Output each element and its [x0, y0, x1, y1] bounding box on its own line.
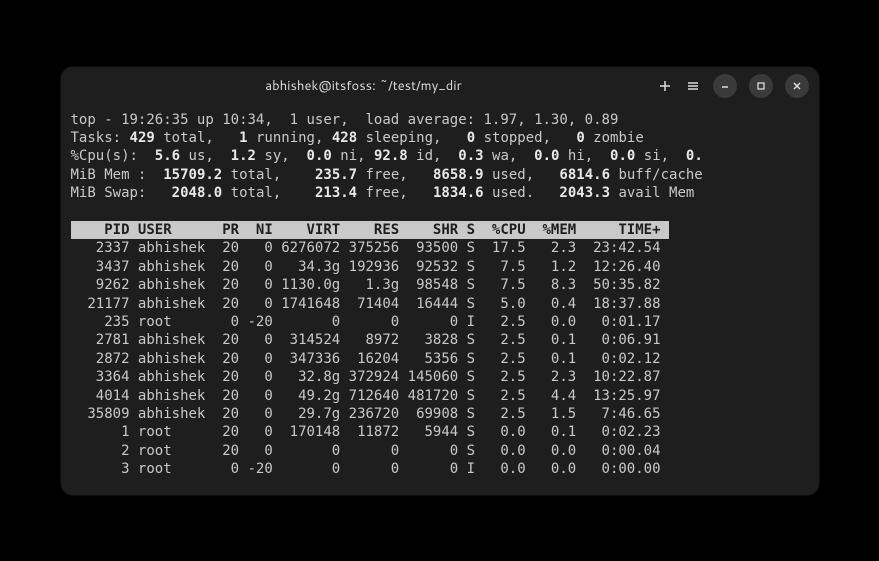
window-title: abhishek@itsfoss: ~/test/my_dir [71, 77, 657, 95]
titlebar: abhishek@itsfoss: ~/test/my_dir [61, 67, 819, 105]
terminal-output[interactable]: top - 19:26:35 up 10:34, 1 user, load av… [61, 105, 819, 485]
terminal-window: abhishek@itsfoss: ~/test/my_dir top - 19… [61, 67, 819, 495]
minimize-button[interactable] [713, 74, 737, 98]
close-button[interactable] [785, 74, 809, 98]
new-tab-button[interactable] [657, 78, 673, 94]
maximize-button[interactable] [749, 74, 773, 98]
titlebar-controls [657, 74, 809, 98]
menu-button[interactable] [685, 78, 701, 94]
